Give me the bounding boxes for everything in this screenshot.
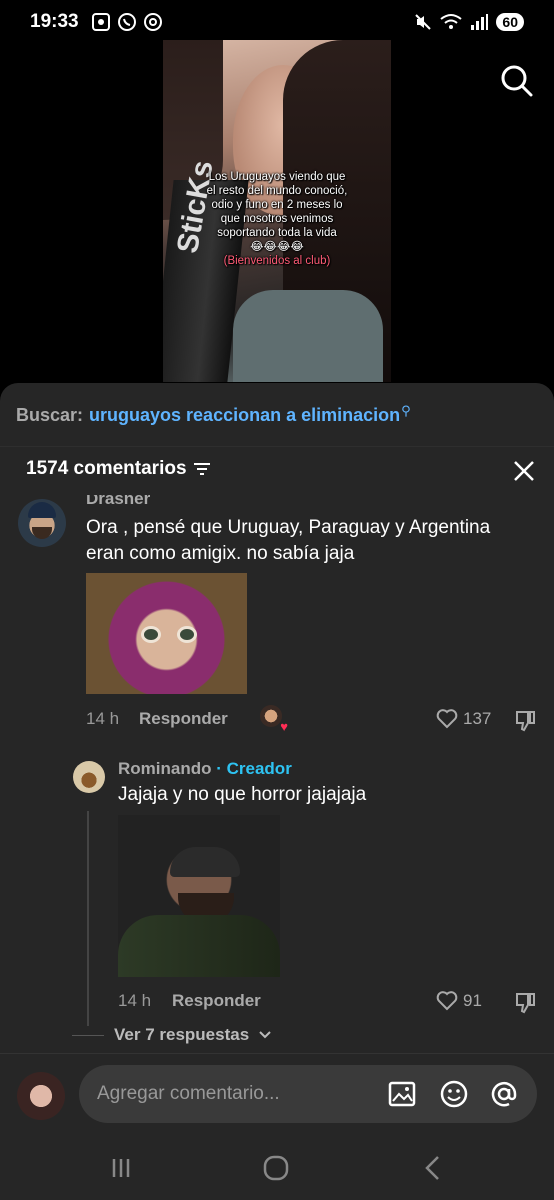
search-icon[interactable]	[500, 64, 534, 98]
status-right: 60	[414, 13, 524, 31]
system-nav-bar	[0, 1133, 554, 1200]
like-button[interactable]: 91	[436, 991, 482, 1011]
status-bar: 19:33 60	[0, 0, 554, 44]
caption-tag: (Bienvenidos al club)	[223, 255, 331, 267]
dislike-icon[interactable]	[513, 709, 537, 733]
caption-emojis: 😂😂😂😂	[250, 241, 304, 253]
image-icon[interactable]	[387, 1079, 417, 1109]
like-count: 137	[463, 709, 492, 728]
image-eye	[180, 629, 194, 640]
chevron-down-icon	[259, 1031, 271, 1039]
comments-sheet: Buscar: uruguayos reaccionan a eliminaci…	[0, 383, 554, 1200]
status-time: 19:33	[30, 11, 79, 32]
recent-apps-icon[interactable]	[106, 1153, 136, 1183]
sort-icon[interactable]	[193, 462, 211, 476]
reply-header: Rominando · Creador	[118, 759, 292, 779]
battery-indicator: 60	[496, 13, 524, 31]
status-notification-icons	[91, 12, 163, 32]
like-button[interactable]: 137	[436, 709, 491, 729]
heart-mini-icon: ♥	[280, 719, 288, 734]
comment-input[interactable]	[97, 1065, 377, 1123]
image-body	[118, 915, 280, 977]
comments-list[interactable]: Drasner Ora , pensé que Uruguay, Paragua…	[0, 495, 554, 1055]
reply-button[interactable]: Responder	[139, 709, 228, 729]
comment-username[interactable]: Drasner	[86, 495, 150, 509]
comment-time: 14 h	[86, 709, 120, 728]
comment-username[interactable]: Rominando	[118, 759, 212, 778]
comment-image[interactable]	[118, 815, 280, 977]
at-icon[interactable]	[489, 1079, 519, 1109]
small-search-icon: ⚲	[401, 403, 411, 418]
comment-input-bar	[0, 1053, 554, 1133]
home-icon[interactable]	[261, 1153, 291, 1183]
comment-text: Ora , pensé que Uruguay, Paraguay y Arge…	[86, 515, 490, 567]
creator-liked-badge: ♥	[260, 705, 288, 734]
signal-icon	[471, 14, 489, 30]
comment-image[interactable]	[86, 573, 247, 694]
image-eye	[144, 629, 158, 640]
divider	[0, 446, 554, 447]
creator-badge: · Creador	[216, 759, 292, 778]
video-caption: Los Uruguayos viendo que el resto del mu…	[163, 170, 391, 268]
caption-line: Los Uruguayos viendo	[208, 171, 324, 183]
comment-text: Jajaja y no que horror jajajaja	[118, 784, 367, 805]
avatar-beard	[32, 527, 52, 539]
like-count: 91	[463, 991, 482, 1010]
heart-icon[interactable]	[436, 991, 458, 1011]
back-icon[interactable]	[418, 1153, 448, 1183]
emoji-icon[interactable]	[439, 1079, 469, 1109]
avatar[interactable]	[18, 499, 66, 547]
screenshot-icon	[91, 13, 110, 31]
comments-count-row[interactable]: 1574 comentarios	[26, 458, 211, 480]
video-player[interactable]: SticKs Los Uruguayos viendo que el resto…	[163, 40, 391, 382]
comment-text-line: eran como amigix. no sabía jaja	[86, 543, 355, 564]
view-more-replies-label[interactable]: Ver 7 respuestas	[114, 1025, 249, 1045]
comment-text-line: Ora , pensé que Uruguay, Paraguay y Arge…	[86, 517, 491, 538]
image-cap	[170, 847, 240, 877]
search-suggestion[interactable]: Buscar: uruguayos reaccionan a eliminaci…	[16, 403, 411, 426]
view-more-replies[interactable]: Ver 7 respuestas	[72, 1025, 271, 1045]
thread-line	[87, 811, 89, 1026]
comment-time: 14 h	[118, 991, 152, 1010]
search-label: Buscar:	[16, 405, 84, 425]
whatsapp-icon	[117, 13, 136, 31]
comments-count: 1574 comentarios	[26, 458, 187, 479]
caption-line: toda la vida	[277, 227, 337, 239]
comment-input-container[interactable]	[79, 1065, 537, 1123]
reply-button[interactable]: Responder	[172, 991, 261, 1011]
avatar-cap	[28, 502, 56, 518]
mute-icon	[415, 14, 432, 30]
wifi-icon	[440, 14, 463, 29]
threads-icon	[143, 13, 162, 31]
my-avatar	[17, 1072, 65, 1120]
video-shirt	[233, 290, 383, 382]
avatar[interactable]	[73, 761, 105, 793]
creator-avatar-mini	[260, 705, 282, 727]
dislike-icon[interactable]	[513, 991, 537, 1015]
search-query[interactable]: uruguayos reaccionan a eliminacion	[89, 405, 400, 426]
close-icon[interactable]	[512, 459, 536, 483]
heart-icon[interactable]	[436, 709, 458, 729]
divider	[72, 1034, 104, 1036]
